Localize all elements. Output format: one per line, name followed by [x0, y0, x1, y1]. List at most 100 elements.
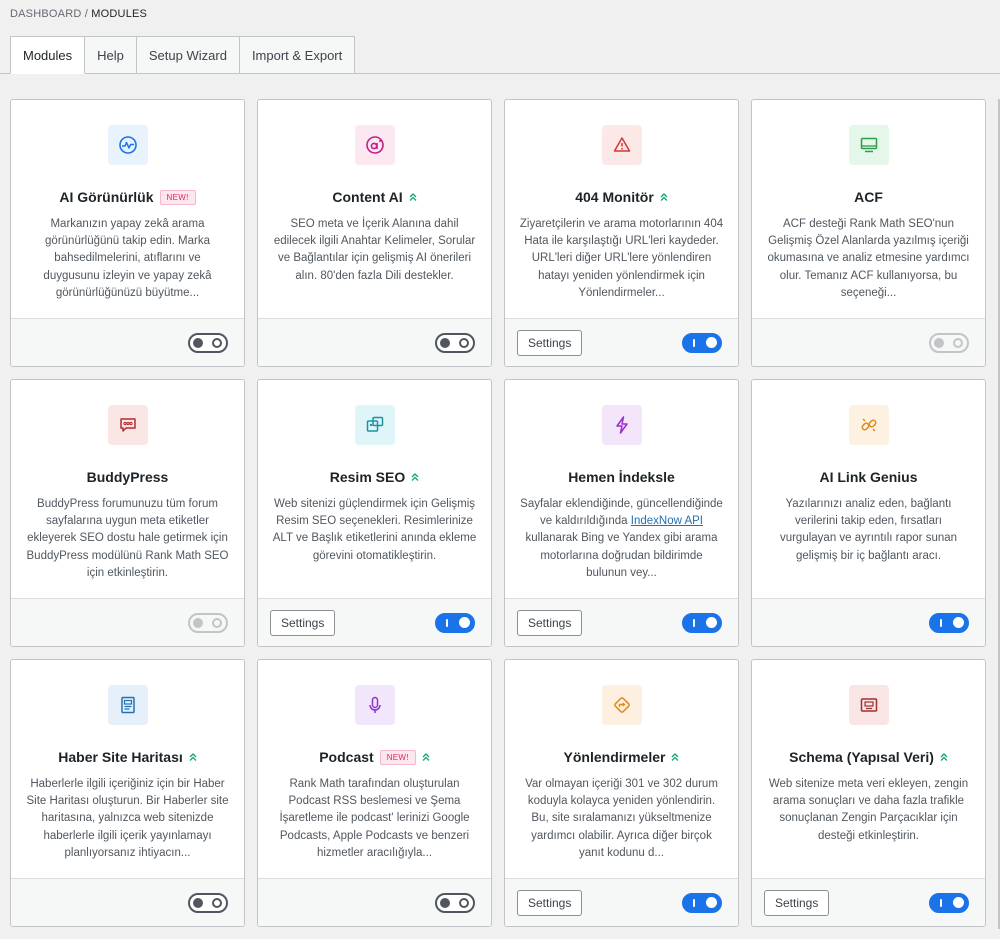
module-title: Hemen İndeksle [568, 469, 675, 485]
module-description: Ziyaretçilerin ve arama motorlarının 404… [519, 218, 724, 299]
monitor-icon [848, 125, 889, 165]
breadcrumb-dashboard[interactable]: DASHBOARD [10, 8, 81, 20]
module-card-footer [258, 318, 491, 366]
module-title: Podcast [319, 749, 374, 765]
module-title-row: Resim SEO [272, 467, 477, 487]
module-description: Web sitenize meta veri ekleyen, zengin a… [768, 778, 969, 842]
pro-chevron-icon [940, 753, 948, 761]
module-card-schema-yapisal-veri: Schema (Yapısal Veri) Web sitenize meta v… [751, 659, 986, 927]
indexnow-api-link[interactable]: IndexNow API [631, 515, 703, 527]
module-toggle [929, 332, 969, 353]
module-title-row: Yönlendirmeler [519, 747, 724, 767]
module-title: AI Görünürlük [59, 189, 154, 205]
module-card-haber-site-haritasi: Haber Site Haritası Haberlerle ilgili içe… [10, 659, 245, 927]
module-title-row: BuddyPress [25, 467, 230, 487]
module-description: Yazılarınızı analiz eden, bağlantı veril… [779, 498, 958, 562]
tab-modules[interactable]: Modules [10, 36, 86, 74]
tab-import-export[interactable]: Import & Export [239, 36, 356, 74]
module-card-footer [11, 318, 244, 366]
module-title-row: AI Link Genius [766, 467, 971, 487]
module-card-body: Podcast NEW! Rank Math tarafından oluşturu… [258, 660, 491, 878]
module-toggle[interactable] [929, 612, 969, 633]
module-toggle[interactable] [188, 332, 228, 353]
tab-help[interactable]: Help [85, 36, 137, 74]
module-card-buddypress: BuddyPress BuddyPress forumunuzu tüm foru… [10, 379, 245, 647]
module-card-footer [752, 598, 985, 646]
module-card-footer [752, 318, 985, 366]
module-toggle[interactable] [435, 612, 475, 633]
module-card-footer [258, 878, 491, 926]
module-title: Schema (Yapısal Veri) [789, 749, 934, 765]
images-icon [354, 405, 395, 445]
module-description: Haberlerle ilgili içeriğiniz için bir Ha… [26, 778, 229, 859]
pro-chevron-icon [189, 753, 197, 761]
module-title: ACF [854, 189, 883, 205]
module-card-footer: Settings [505, 318, 738, 366]
settings-button[interactable]: Settings [517, 609, 583, 636]
pro-chevron-icon [411, 473, 419, 481]
module-description: Rank Math tarafından oluşturulan Podcast… [279, 778, 470, 859]
module-title-row: AI Görünürlük NEW! [25, 187, 230, 207]
module-card-body: ACF ACF desteği Rank Math SEO'nun Gelişmi… [752, 100, 985, 318]
module-description: ACF desteği Rank Math SEO'nun Gelişmiş Ö… [767, 218, 970, 299]
new-badge: NEW! [159, 189, 196, 205]
module-card-podcast: Podcast NEW! Rank Math tarafından oluşturu… [257, 659, 492, 927]
module-card-footer [11, 878, 244, 926]
settings-button[interactable]: Settings [517, 889, 583, 916]
module-toggle[interactable] [682, 612, 722, 633]
modules-grid: AI Görünürlük NEW! Markanızın yapay zekâ a… [10, 99, 986, 927]
breadcrumb: DASHBOARD / MODULES [10, 8, 147, 20]
module-card-resim-seo: Resim SEO Web sitenizi güçlendirmek için … [257, 379, 492, 647]
breadcrumb-separator: / [84, 8, 89, 20]
module-title-row: Content AI [272, 187, 477, 207]
module-title-row: Haber Site Haritası [25, 747, 230, 767]
module-card-body: Resim SEO Web sitenizi güçlendirmek için … [258, 380, 491, 598]
warning-icon [601, 125, 642, 165]
module-card-footer: Settings [752, 878, 985, 926]
module-toggle[interactable] [929, 892, 969, 913]
module-title: Haber Site Haritası [58, 749, 183, 765]
pro-chevron-icon [660, 193, 668, 201]
module-description: SEO meta ve İçerik Alanına dahil edilece… [273, 218, 476, 282]
module-card-content-ai: Content AI SEO meta ve İçerik Alanına dah… [257, 99, 492, 367]
module-description: Var olmayan içeriği 301 ve 302 durum kod… [525, 778, 718, 859]
chat-bubble-icon [107, 405, 148, 445]
module-card-footer: Settings [258, 598, 491, 646]
module-card-body: Yönlendirmeler Var olmayan içeriği 301 ve… [505, 660, 738, 878]
module-card-footer: Settings [505, 598, 738, 646]
pro-chevron-icon [409, 193, 417, 201]
module-title: BuddyPress [86, 469, 169, 485]
lightning-icon [601, 405, 642, 445]
module-card-hemen-indeksle: Hemen İndeksle Sayfalar eklendiğinde, gün… [504, 379, 739, 647]
content-ai-icon [354, 125, 395, 165]
link-icon [848, 405, 889, 445]
pro-chevron-icon [671, 753, 679, 761]
settings-button[interactable]: Settings [517, 329, 583, 356]
module-title-row: Podcast NEW! [272, 747, 477, 767]
module-card-body: Schema (Yapısal Veri) Web sitenize meta v… [752, 660, 985, 878]
module-title: Yönlendirmeler [563, 749, 666, 765]
module-card-acf: ACF ACF desteği Rank Math SEO'nun Gelişmi… [751, 99, 986, 367]
module-card-body: AI Link Genius Yazılarınızı analiz eden, … [752, 380, 985, 598]
module-toggle[interactable] [682, 332, 722, 353]
module-toggle[interactable] [435, 892, 475, 913]
module-title: Resim SEO [329, 469, 406, 485]
module-card-body: 404 Monitör Ziyaretçilerin ve arama motor… [505, 100, 738, 318]
pro-chevron-icon [422, 753, 430, 761]
module-title: AI Link Genius [819, 469, 918, 485]
module-description: Sayfalar eklendiğinde, güncellendiğinde … [520, 498, 723, 579]
tab-setup-wizard[interactable]: Setup Wizard [136, 36, 240, 74]
module-card-body: AI Görünürlük NEW! Markanızın yapay zekâ a… [11, 100, 244, 318]
module-title: 404 Monitör [575, 189, 654, 205]
module-description: BuddyPress forumunuzu tüm forum sayfalar… [26, 498, 229, 579]
settings-button[interactable]: Settings [270, 609, 336, 636]
module-title: Content AI [332, 189, 403, 205]
module-card-footer [11, 598, 244, 646]
settings-button[interactable]: Settings [764, 889, 830, 916]
module-toggle[interactable] [682, 892, 722, 913]
module-toggle[interactable] [435, 332, 475, 353]
new-badge: NEW! [379, 749, 416, 765]
module-card-yonlendirmeler: Yönlendirmeler Var olmayan içeriği 301 ve… [504, 659, 739, 927]
breadcrumb-current: MODULES [91, 8, 148, 20]
module-toggle[interactable] [188, 892, 228, 913]
